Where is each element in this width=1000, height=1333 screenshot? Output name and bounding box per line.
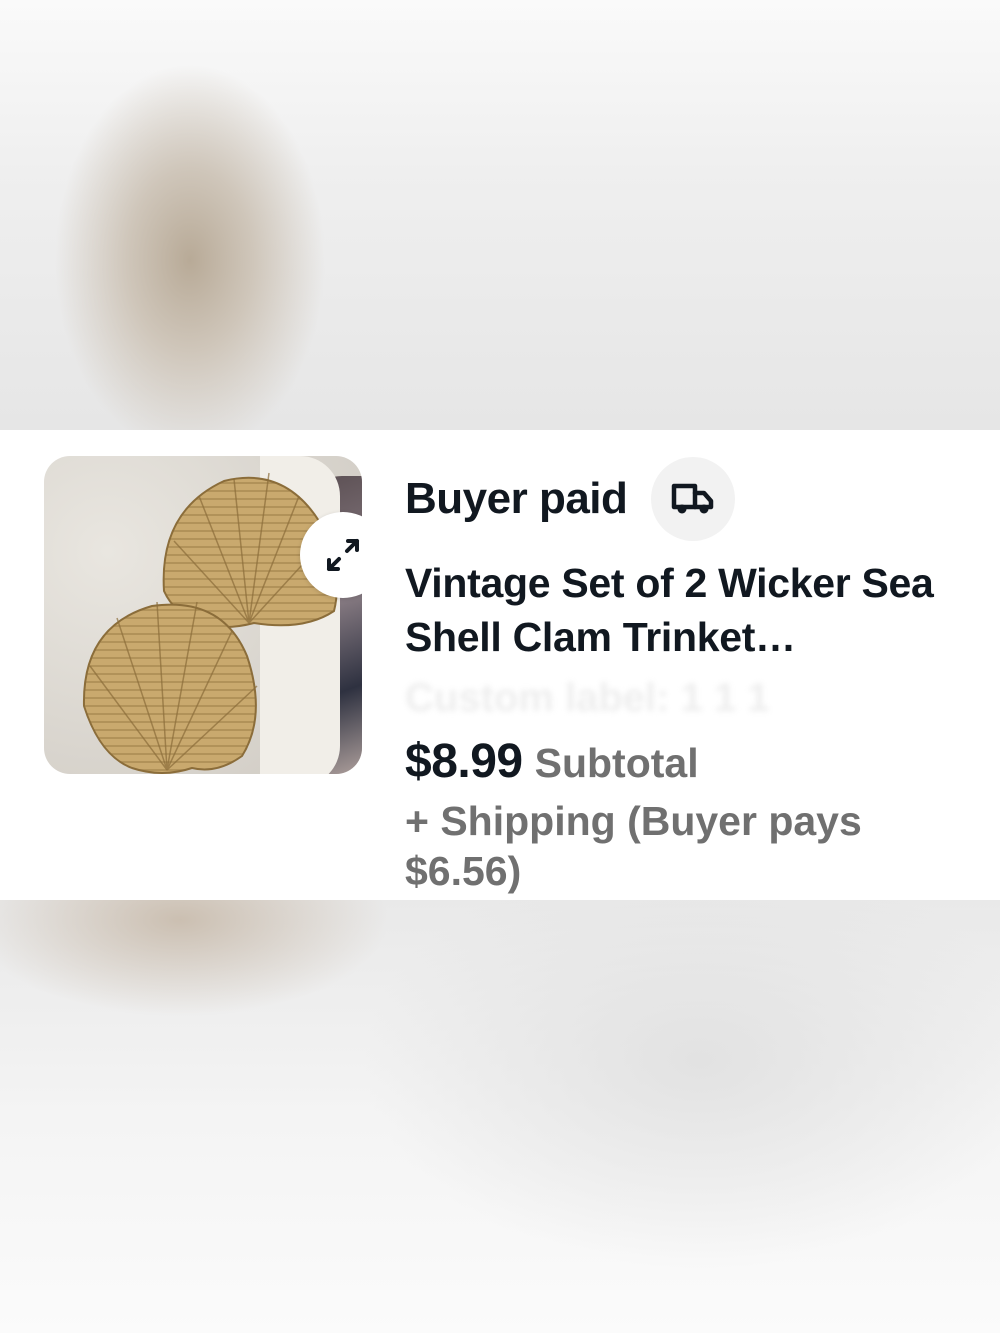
order-card[interactable]: Buyer paid Vintage Set of 2 Wicker Sea S… — [0, 430, 1000, 900]
status-row: Buyer paid — [405, 456, 736, 542]
delivery-truck-icon — [672, 483, 714, 514]
shipping-note: + Shipping (Buyer pays $6.56) — [405, 798, 862, 894]
blurred-background-top — [0, 0, 1000, 430]
order-status: Buyer paid — [405, 474, 628, 523]
page: Buyer paid Vintage Set of 2 Wicker Sea S… — [0, 0, 1000, 1333]
price-label: Subtotal — [534, 740, 699, 786]
wicker-shells-image — [82, 472, 338, 774]
price-row: $8.99 Subtotal — [405, 734, 699, 789]
shipping-status-button[interactable] — [651, 457, 736, 541]
custom-label: Custom label: 1 1 1 — [405, 676, 770, 720]
expand-arrows-icon — [327, 539, 359, 571]
item-title[interactable]: Vintage Set of 2 Wicker Sea Shell Clam T… — [405, 556, 965, 664]
item-price: $8.99 — [405, 735, 523, 788]
item-thumbnail[interactable] — [44, 456, 362, 774]
blurred-background-bottom — [0, 900, 1000, 1333]
